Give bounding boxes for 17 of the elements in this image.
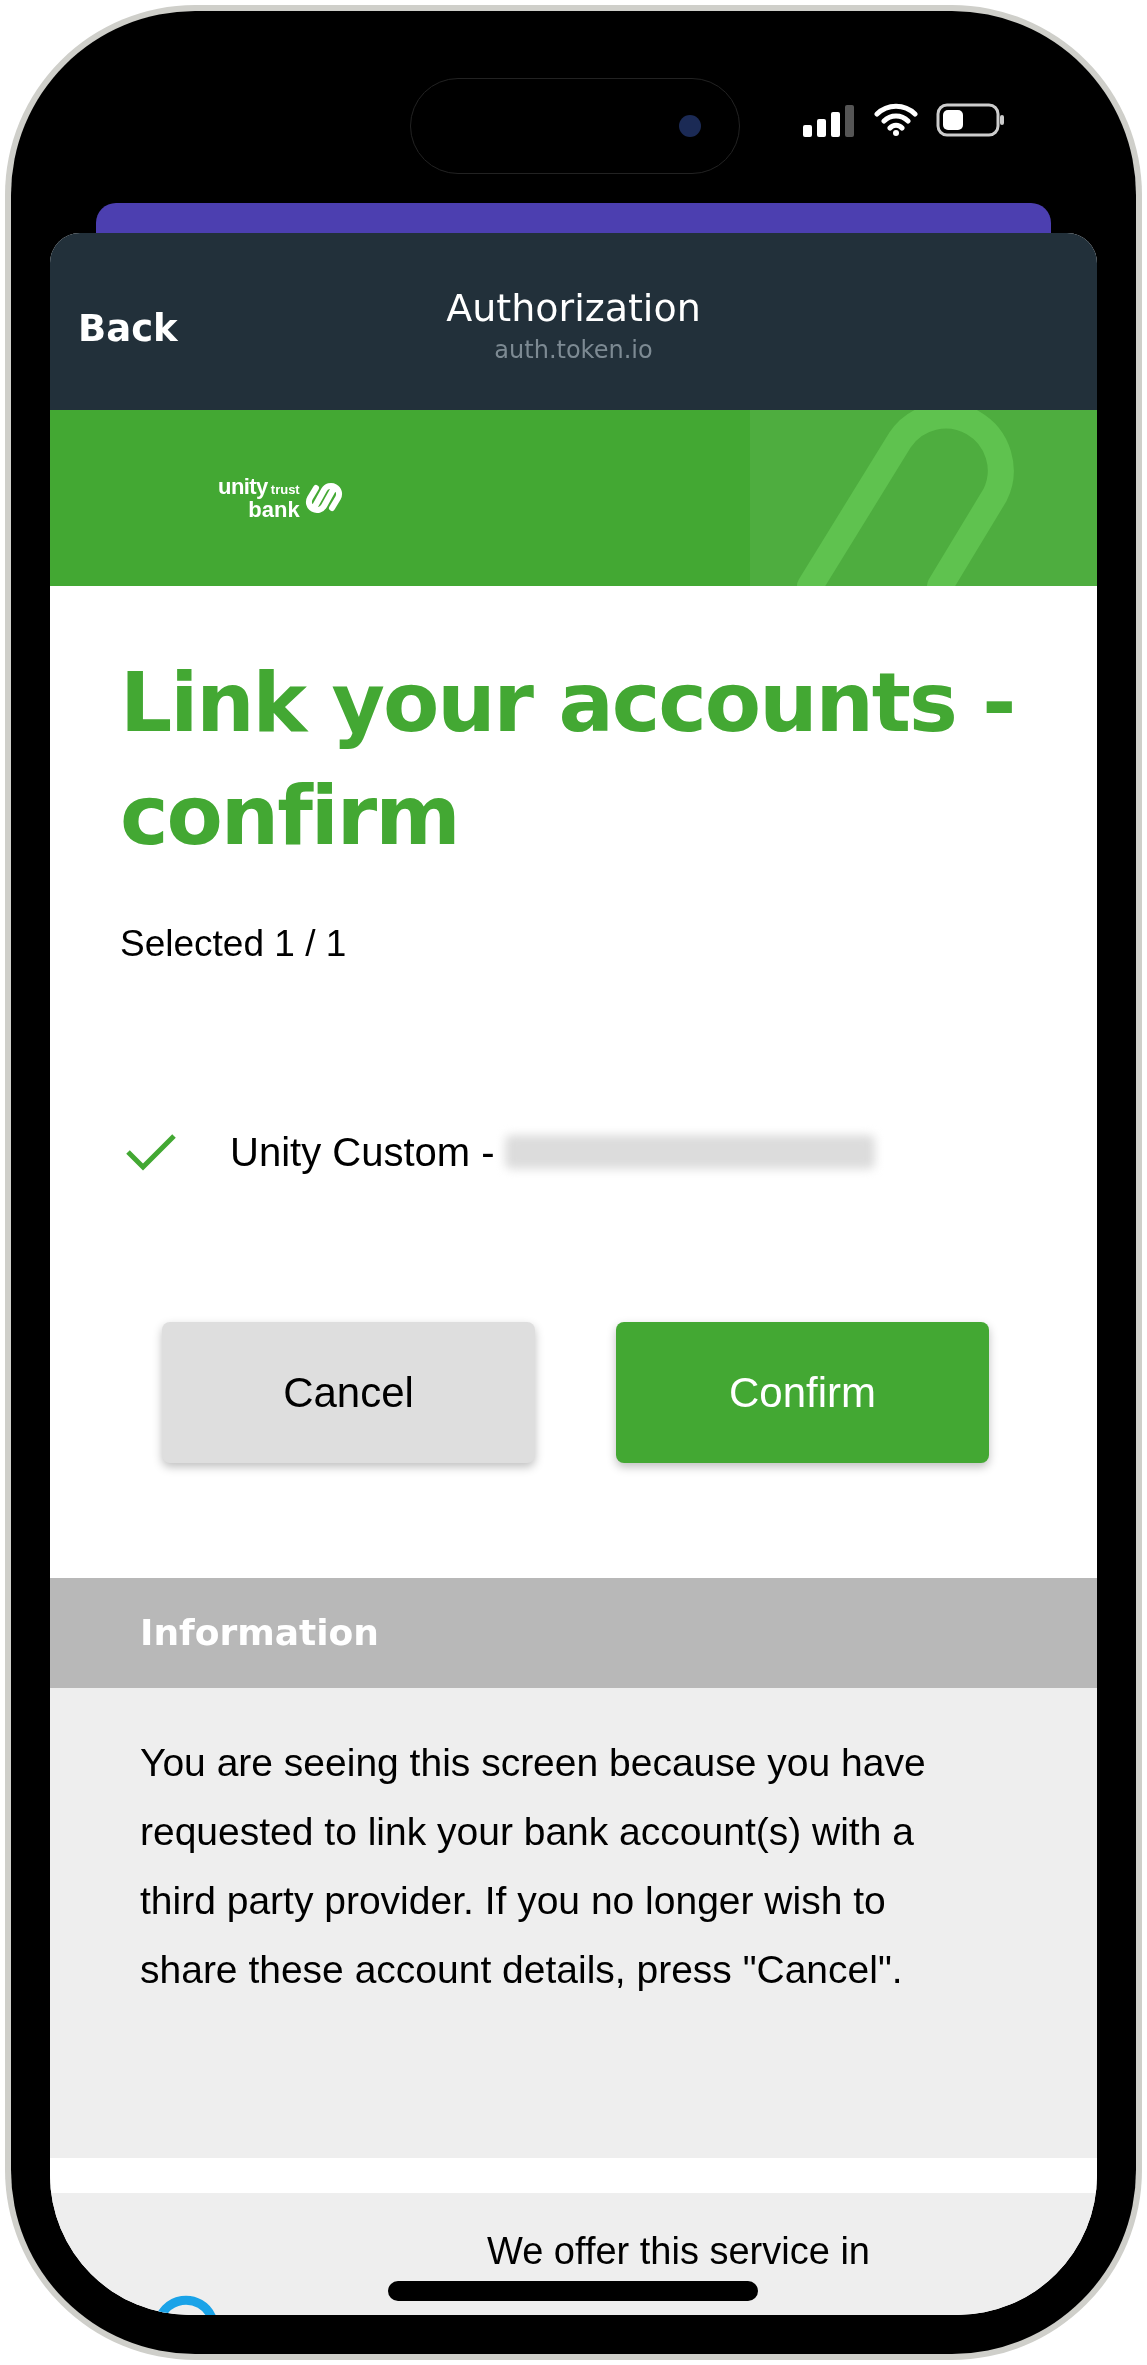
- cancel-button[interactable]: Cancel: [162, 1321, 535, 1463]
- information-text: You are seeing this screen because you have requested to link your bank account(s) with a third party provider. If you no longer wish to share these account details, press "Cancel".: [140, 1740, 927, 1993]
- page-title: Link your accounts - confirm: [120, 654, 1016, 865]
- header-url: auth.token.io: [494, 334, 653, 366]
- information-heading: Information: [140, 1611, 379, 1655]
- account-name: Unity Custom -: [230, 1128, 495, 1176]
- logo-word: unity: [218, 476, 268, 497]
- checkmark-icon[interactable]: [125, 1131, 177, 1172]
- signal-icon: [803, 105, 855, 137]
- logo-word: bank: [248, 499, 300, 520]
- selection-count: Selected 1 / 1: [120, 922, 348, 966]
- logo-word: trust: [270, 480, 300, 499]
- back-button[interactable]: Back: [78, 301, 178, 357]
- footer-text: We offer this service in: [487, 2229, 870, 2274]
- wifi-icon: [874, 102, 918, 136]
- header-title: Authorization: [446, 284, 701, 332]
- battery-icon: [936, 103, 1006, 137]
